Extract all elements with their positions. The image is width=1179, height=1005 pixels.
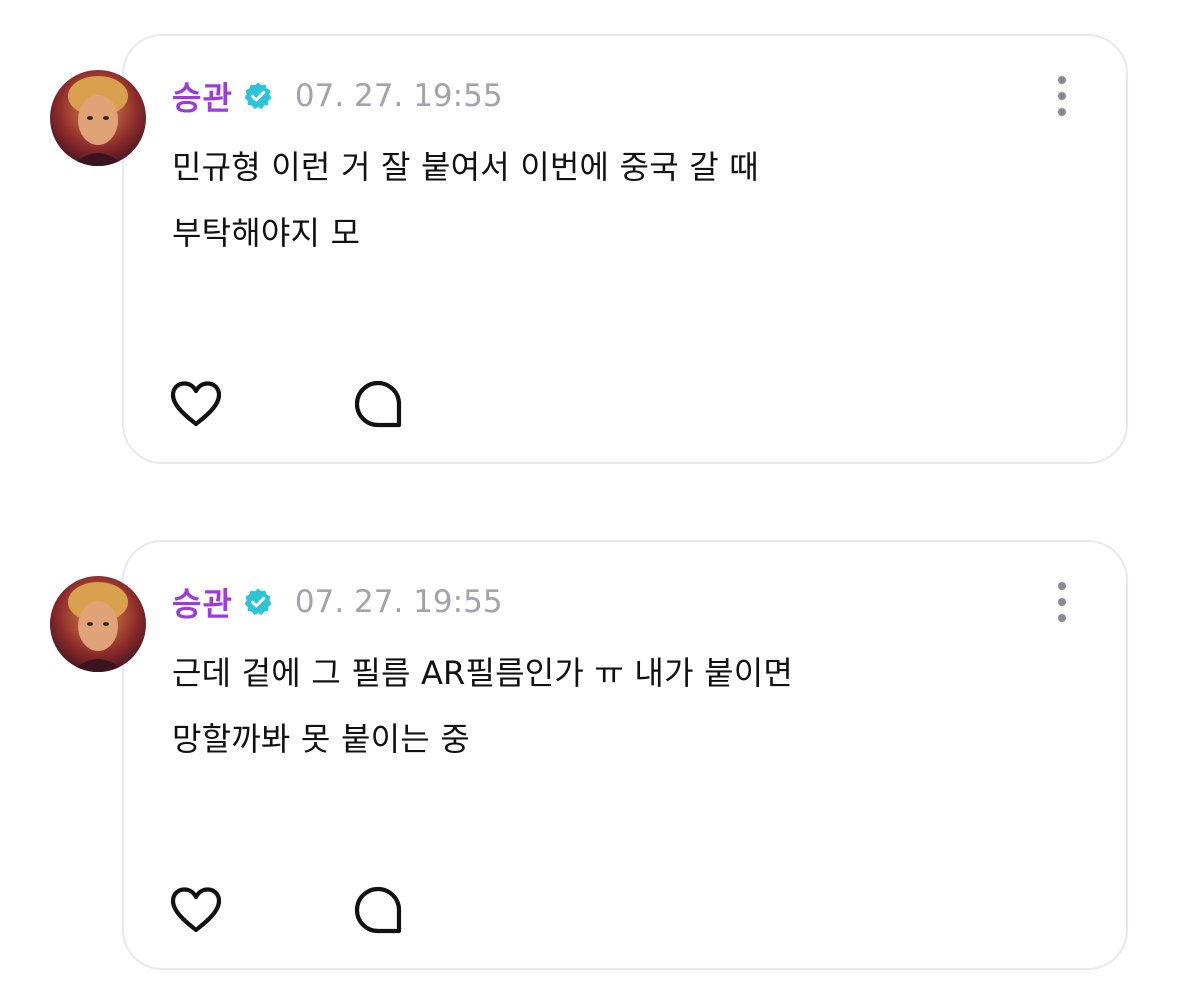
post-body: 근데 겉에 그 필름 AR필름인가 ㅠ 내가 붙이면 망할까봐 못 붙이는 중 [172, 654, 794, 758]
heart-icon [170, 887, 222, 933]
more-vertical-icon [1058, 582, 1066, 590]
post-timestamp: 07. 27. 19:55 [294, 78, 503, 114]
avatar[interactable] [50, 70, 146, 166]
more-options-button[interactable] [1050, 582, 1074, 622]
more-options-button[interactable] [1050, 76, 1074, 116]
avatar-image [50, 576, 146, 672]
post-timestamp: 07. 27. 19:55 [294, 584, 503, 620]
comment-bubble-icon [354, 380, 402, 428]
avatar[interactable] [50, 576, 146, 672]
post-card: 승관 07. 27. 19:55 근데 겉에 그 필름 AR필름인가 ㅠ 내가 … [50, 540, 1128, 970]
more-dot [1058, 614, 1066, 622]
like-button[interactable] [168, 882, 224, 938]
verified-badge-icon [243, 587, 273, 617]
post-body: 민규형 이런 거 잘 붙여서 이번에 중국 갈 때 부탁해야지 모 [172, 148, 759, 252]
comment-bubble-icon [354, 886, 402, 934]
comment-button[interactable] [350, 376, 406, 432]
author-name[interactable]: 승관 [172, 73, 233, 119]
comment-button[interactable] [350, 882, 406, 938]
more-dot [1058, 598, 1066, 606]
post-meta: 승관 07. 27. 19:55 [172, 580, 503, 624]
post-card: 승관 07. 27. 19:55 민규형 이런 거 잘 붙여서 이번에 중국 갈… [50, 34, 1128, 464]
more-dot [1058, 92, 1066, 100]
more-vertical-icon [1058, 76, 1066, 84]
author-name[interactable]: 승관 [172, 579, 233, 625]
avatar-image [50, 70, 146, 166]
more-dot [1058, 108, 1066, 116]
heart-icon [170, 381, 222, 427]
like-button[interactable] [168, 376, 224, 432]
post-meta: 승관 07. 27. 19:55 [172, 74, 503, 118]
verified-badge-icon [243, 81, 273, 111]
